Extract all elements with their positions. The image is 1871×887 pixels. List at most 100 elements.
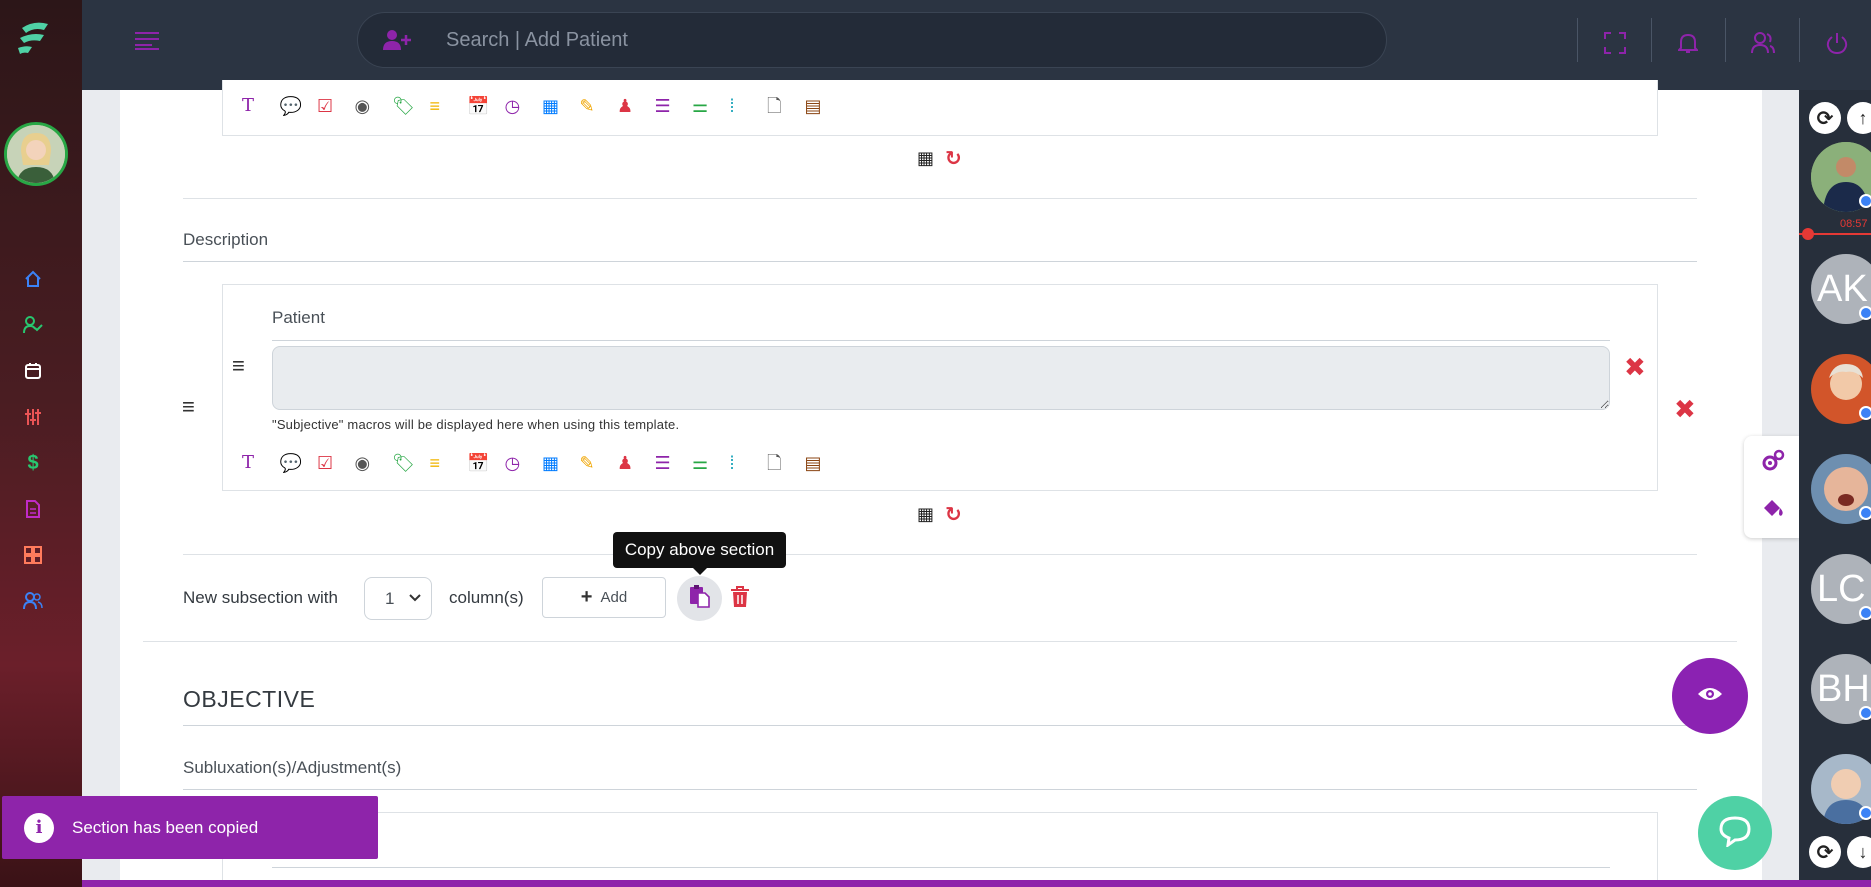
billing-dollar-icon[interactable]: $ [22,452,44,474]
arrow-down-icon[interactable]: ↓ [1847,836,1871,868]
remove-field-icon[interactable]: ✖ [1624,354,1646,380]
remove-column-icon[interactable]: ✖ [1674,396,1696,422]
table-icon[interactable]: ▤ [805,451,843,475]
field-label-patient: Patient [272,308,325,327]
preview-eye-button[interactable] [1672,658,1748,734]
grid-icon[interactable]: ▦ [542,451,580,475]
sliders-icon[interactable] [22,406,44,428]
comments-icon[interactable]: 💬 [280,94,318,118]
patient-check-icon[interactable] [22,314,44,336]
calendar-icon[interactable] [22,360,44,382]
divider [1651,18,1652,62]
add-subsection-button[interactable]: + Add [542,577,666,618]
calendar-icon[interactable]: 📅 [467,94,505,118]
online-status-dot [1859,406,1871,420]
refresh-icon[interactable]: ↻ [945,146,962,171]
app-logo[interactable] [14,18,54,58]
clock-icon[interactable]: ◷ [505,451,543,475]
add-patient-icon[interactable] [382,29,412,56]
grid-layout-icon[interactable]: ▦ [917,148,934,169]
online-status-dot [1859,606,1871,620]
current-user-avatar[interactable] [4,122,68,186]
left-sidebar: $ [0,0,82,887]
divider [272,867,1610,868]
sliders-icon[interactable]: ⚌ [692,451,730,475]
bell-icon[interactable] [1675,30,1701,56]
add-button-label: Add [600,589,628,606]
toast-message: Section has been copied [72,817,259,837]
tag-icon[interactable]: 🏷 [392,451,430,475]
toast-notification: i Section has been copied [2,796,378,859]
grid-apps-icon[interactable] [22,544,44,566]
divider [1725,18,1726,62]
ordered-list-icon[interactable]: ☰ [655,94,693,118]
columns-select-value: 1 [385,588,395,608]
divider [183,554,1697,555]
arrow-up-icon[interactable]: ↑ [1847,102,1871,134]
edit-icon[interactable]: ✎ [580,451,618,475]
timer-progress-knob[interactable] [1802,228,1814,240]
table-icon[interactable]: ▤ [805,94,843,118]
top-bar [82,0,1871,90]
online-status-dot [1859,706,1871,720]
radio-icon[interactable]: ◉ [355,94,393,118]
settings-gears-icon[interactable] [1760,448,1786,479]
users-icon[interactable] [22,590,44,612]
file-icon[interactable]: 🗋 [767,94,805,118]
right-users-panel: ⟳ ↑ 08:57 AK LC BH ⟳ ↓ [1799,90,1871,887]
users-icon[interactable] [1750,30,1776,56]
comments-icon[interactable]: 💬 [280,451,318,475]
sync-icon[interactable]: ⟳ [1809,836,1841,868]
checkbox-icon[interactable]: ☑ [317,451,355,475]
align-icon[interactable]: ≡ [430,451,468,475]
tooltip-text: Copy above section [624,540,775,559]
grid-layout-icon[interactable]: ▦ [917,504,934,525]
columns-select[interactable]: 1 [364,577,432,620]
clock-icon[interactable]: ◷ [505,94,543,118]
online-status-dot [1859,194,1871,208]
body-figure-icon[interactable]: ♟ [617,94,655,118]
ordered-list-icon[interactable]: ☰ [655,451,693,475]
dots-grid-icon[interactable]: ⁞ [730,451,768,475]
side-tools-panel [1744,436,1799,538]
chat-bubble-icon [1718,815,1752,852]
search-input[interactable] [446,13,1346,67]
plus-icon: + [580,586,593,608]
divider [183,725,1697,726]
grid-icon[interactable]: ▦ [542,94,580,118]
chat-support-button[interactable] [1698,796,1772,870]
fullscreen-icon[interactable] [1602,30,1628,56]
copy-section-button[interactable] [677,576,722,621]
field-type-toolbar: T 💬 ☑ ◉ 🏷 ≡ 📅 ◷ ▦ ✎ ♟ ☰ ⚌ ⁞ 🗋 ▤ [242,94,842,118]
patient-textarea[interactable] [272,346,1610,410]
align-icon[interactable]: ≡ [430,94,468,118]
drag-handle-icon[interactable]: ≡ [232,355,245,377]
hamburger-menu-icon[interactable] [134,30,164,56]
checkbox-icon[interactable]: ☑ [317,94,355,118]
patient-search-bar [357,12,1387,68]
refresh-icon[interactable]: ↻ [945,502,962,527]
sliders-icon[interactable]: ⚌ [692,94,730,118]
session-timer: 08:57 [1840,218,1868,230]
body-figure-icon[interactable]: ♟ [617,451,655,475]
file-icon[interactable]: 🗋 [767,451,805,475]
tag-icon[interactable]: 🏷 [392,94,430,118]
sync-icon[interactable]: ⟳ [1809,102,1841,134]
text-type-icon[interactable]: T [242,94,280,118]
trash-icon[interactable] [730,585,750,614]
paint-bucket-icon[interactable] [1760,496,1786,525]
calendar-icon[interactable]: 📅 [467,451,505,475]
online-status-dot [1859,806,1871,820]
radio-icon[interactable]: ◉ [355,451,393,475]
text-type-icon[interactable]: T [242,451,280,475]
edit-icon[interactable]: ✎ [580,94,618,118]
drag-handle-icon[interactable]: ≡ [182,396,195,418]
section-description-label: Description [183,230,269,249]
home-icon[interactable] [22,268,44,290]
bottom-accent-strip [82,880,1871,887]
document-icon[interactable] [22,498,44,520]
divider [272,340,1610,341]
subsection-label: Subluxation(s)/Adjustment(s) [183,758,402,777]
power-icon[interactable] [1824,30,1850,56]
dots-grid-icon[interactable]: ⁞ [730,94,768,118]
